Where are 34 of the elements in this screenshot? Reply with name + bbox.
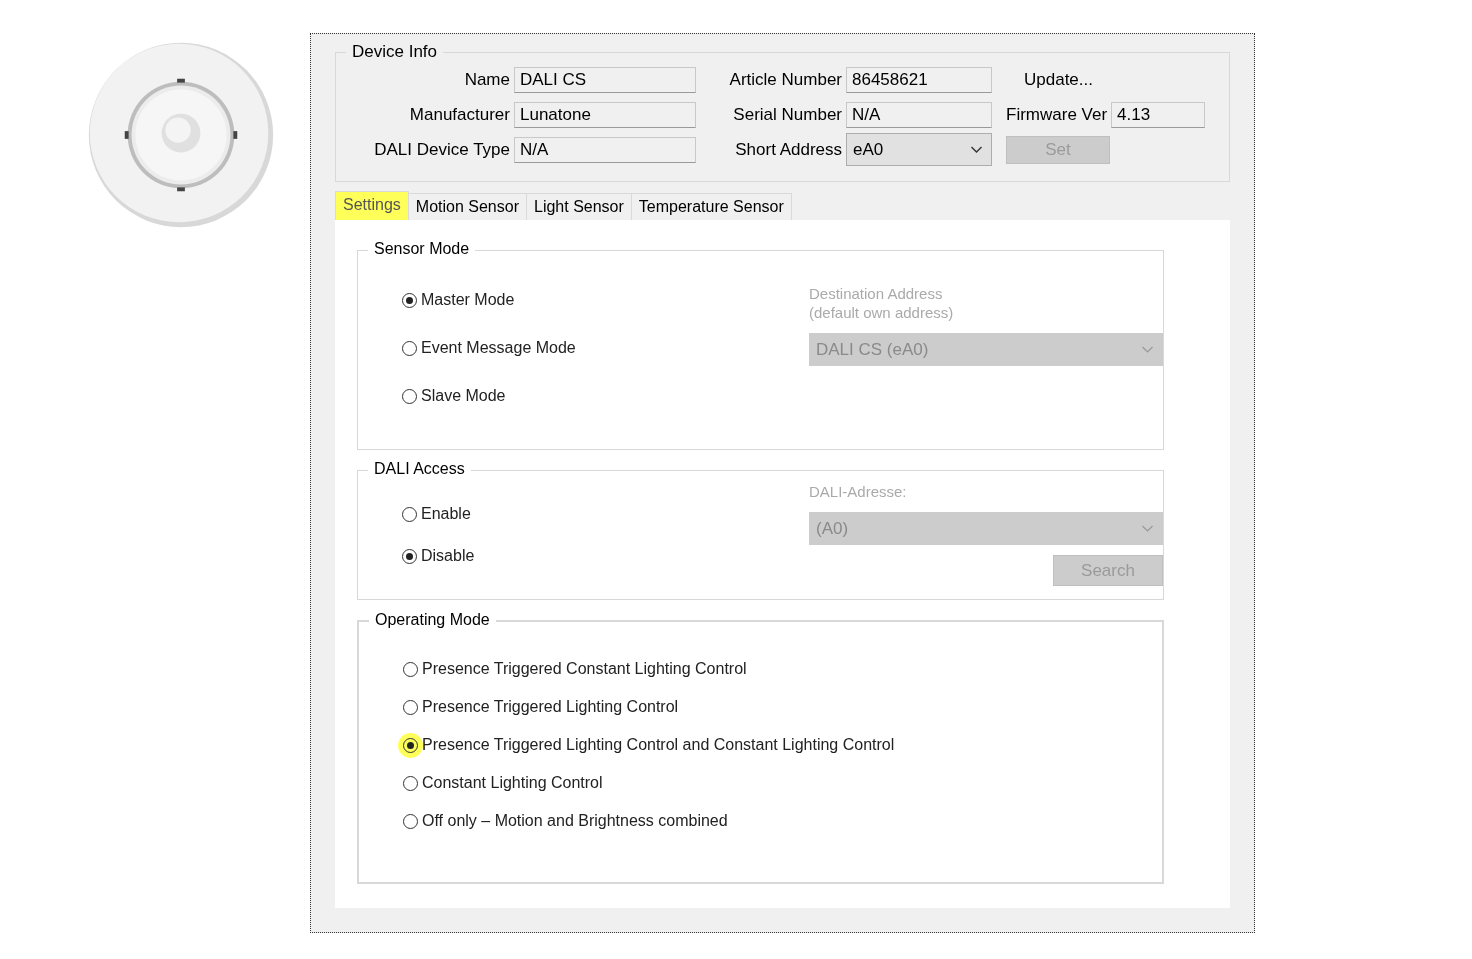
field-label: Manufacturer bbox=[409, 104, 510, 125]
radio-option[interactable]: Constant Lighting Control bbox=[403, 774, 1162, 792]
dropdown[interactable]: eA0 bbox=[846, 133, 992, 166]
radio-option[interactable]: Presence Triggered Constant Lighting Control bbox=[403, 660, 1162, 678]
radio-option[interactable]: Enable bbox=[402, 505, 765, 523]
radio-option[interactable]: Presence Triggered Lighting Control and Constant Lighting Control bbox=[403, 736, 1162, 754]
text-field[interactable]: N/A bbox=[846, 101, 992, 128]
text-field[interactable]: 4.13 bbox=[1111, 101, 1206, 128]
field-label: Short Address bbox=[735, 139, 842, 160]
chevron-icon bbox=[970, 145, 983, 154]
text-field[interactable]: DALI CS bbox=[514, 66, 696, 93]
text-field[interactable]: Lunatone bbox=[514, 101, 696, 128]
field-label: DALI-Adresse: bbox=[809, 483, 908, 500]
field-label: Serial Number bbox=[733, 104, 842, 125]
radio-option[interactable]: Slave Mode bbox=[402, 387, 765, 405]
field-label: Article Number bbox=[729, 69, 842, 90]
tab[interactable]: Settings bbox=[335, 191, 409, 220]
radio-option[interactable]: Event Message Mode bbox=[402, 339, 765, 357]
field-label: Firmware Ver bbox=[1006, 104, 1108, 125]
text-field[interactable]: N/A bbox=[514, 136, 696, 163]
radio-option[interactable]: Presence Triggered Lighting Control bbox=[403, 698, 1162, 716]
field-label: Destination Address bbox=[809, 285, 944, 302]
field-label: Name bbox=[464, 69, 510, 90]
field-label: (default own address) bbox=[809, 304, 955, 321]
field-label: DALI Device Type bbox=[374, 139, 510, 160]
tab[interactable]: Temperature Sensor bbox=[630, 193, 792, 220]
chevron-icon bbox=[1141, 524, 1154, 533]
radio-option[interactable]: Disable bbox=[402, 547, 765, 565]
chevron-icon bbox=[1141, 345, 1154, 354]
group-title: Operating Mode bbox=[369, 611, 496, 629]
text-field[interactable]: 86458621 bbox=[846, 66, 992, 93]
radio-option[interactable]: Master Mode bbox=[402, 291, 765, 309]
update-link[interactable]: Update... bbox=[1006, 69, 1093, 90]
radio-option[interactable]: Off only – Motion and Brightness combined bbox=[403, 812, 1162, 830]
